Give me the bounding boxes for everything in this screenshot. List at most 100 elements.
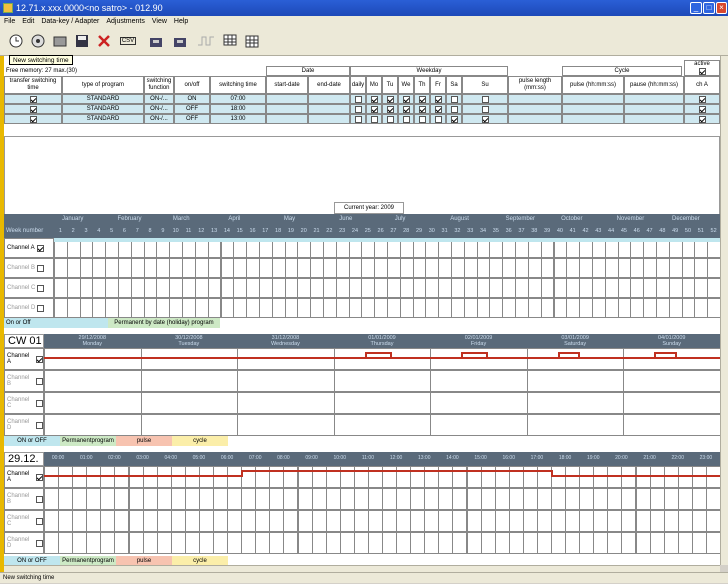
slot-cell[interactable]: [649, 532, 665, 554]
week-cell[interactable]: [182, 278, 196, 298]
week-cell[interactable]: [118, 298, 132, 318]
table-cell[interactable]: [4, 94, 62, 104]
slot-cell[interactable]: [128, 510, 144, 532]
row-checkbox[interactable]: [698, 115, 706, 123]
slot-cell[interactable]: [466, 532, 482, 554]
week-cell[interactable]: [425, 278, 440, 298]
week-cell[interactable]: [476, 258, 491, 278]
week-cell[interactable]: [566, 298, 581, 318]
week-cell[interactable]: [668, 298, 683, 318]
slot-cell[interactable]: [72, 466, 88, 488]
week-cell[interactable]: [655, 278, 670, 298]
table-cell[interactable]: [414, 104, 430, 114]
slot-cell[interactable]: [367, 488, 383, 510]
week-cell[interactable]: [617, 278, 632, 298]
slot-cell[interactable]: [522, 532, 538, 554]
week-cell[interactable]: [322, 258, 337, 278]
week-cell[interactable]: [66, 298, 81, 318]
week-cell[interactable]: [348, 258, 363, 278]
slot-cell[interactable]: [705, 532, 721, 554]
week-cell[interactable]: [284, 298, 299, 318]
week-cell[interactable]: [79, 278, 94, 298]
week-cell[interactable]: [553, 298, 568, 318]
slot-cell[interactable]: [353, 532, 369, 554]
day-cell[interactable]: [140, 370, 239, 392]
week-cell[interactable]: [374, 298, 388, 318]
slot-cell[interactable]: [367, 510, 383, 532]
horizontal-scrollbar[interactable]: [4, 565, 720, 572]
slot-cell[interactable]: [551, 510, 567, 532]
week-cell[interactable]: [643, 278, 657, 298]
slot-cell[interactable]: [86, 532, 102, 554]
day-checkbox[interactable]: [418, 115, 426, 123]
day-checkbox[interactable]: [370, 105, 378, 113]
day-checkbox[interactable]: [418, 95, 426, 103]
slot-cell[interactable]: [466, 510, 482, 532]
day-cell[interactable]: [526, 392, 625, 414]
slot-cell[interactable]: [607, 466, 623, 488]
active-checkbox[interactable]: [698, 67, 706, 75]
holiday-button[interactable]: [28, 31, 48, 51]
channel-checkbox[interactable]: [36, 399, 43, 407]
week-cell[interactable]: [707, 298, 721, 318]
table-cell[interactable]: [446, 114, 462, 124]
week-cell[interactable]: [92, 258, 107, 278]
slot-cell[interactable]: [44, 466, 60, 488]
week-cell[interactable]: [412, 298, 427, 318]
slot-cell[interactable]: [438, 488, 454, 510]
slot-cell[interactable]: [100, 466, 116, 488]
day-cell[interactable]: [44, 370, 142, 392]
slot-cell[interactable]: [269, 532, 285, 554]
row-checkbox[interactable]: [29, 105, 37, 113]
channel-checkbox[interactable]: [37, 304, 45, 312]
week-cell[interactable]: [207, 258, 222, 278]
week-cell[interactable]: [412, 258, 427, 278]
week-cell[interactable]: [655, 298, 670, 318]
week-cell[interactable]: [617, 298, 632, 318]
week-cell[interactable]: [233, 278, 248, 298]
slot-cell[interactable]: [649, 488, 665, 510]
week-cell[interactable]: [92, 278, 107, 298]
week-cell[interactable]: [591, 298, 606, 318]
week-cell[interactable]: [361, 258, 376, 278]
table-cell[interactable]: [398, 114, 414, 124]
channel-checkbox[interactable]: [36, 495, 43, 503]
channel-checkbox[interactable]: [36, 473, 43, 481]
week-cell[interactable]: [591, 278, 606, 298]
slot-cell[interactable]: [480, 532, 496, 554]
week-cell[interactable]: [54, 298, 68, 318]
table-cell[interactable]: [398, 94, 414, 104]
row-checkbox[interactable]: [698, 105, 706, 113]
week-cell[interactable]: [451, 278, 465, 298]
slot-cell[interactable]: [114, 466, 130, 488]
week-cell[interactable]: [118, 258, 132, 278]
week-cell[interactable]: [246, 278, 260, 298]
channel-checkbox[interactable]: [37, 284, 45, 292]
slot-cell[interactable]: [480, 488, 496, 510]
slot-cell[interactable]: [100, 510, 116, 532]
week-cell[interactable]: [387, 278, 401, 298]
week-cell[interactable]: [297, 258, 312, 278]
slot-cell[interactable]: [410, 532, 426, 554]
week-cell[interactable]: [130, 258, 145, 278]
day-cell[interactable]: [44, 414, 142, 436]
slot-cell[interactable]: [480, 510, 496, 532]
week-cell[interactable]: [540, 278, 555, 298]
slot-cell[interactable]: [438, 510, 454, 532]
slot-cell[interactable]: [114, 488, 130, 510]
week-cell[interactable]: [258, 298, 273, 318]
week-cell[interactable]: [310, 258, 324, 278]
slot-cell[interactable]: [621, 488, 637, 510]
slot-cell[interactable]: [677, 488, 693, 510]
week-cell[interactable]: [79, 298, 94, 318]
day-cell[interactable]: [623, 414, 721, 436]
week-cell[interactable]: [451, 258, 465, 278]
week-cell[interactable]: [630, 278, 645, 298]
menu-view[interactable]: View: [152, 18, 167, 25]
week-cell[interactable]: [540, 298, 555, 318]
week-cell[interactable]: [156, 298, 171, 318]
week-cell[interactable]: [438, 298, 453, 318]
week-cell[interactable]: [258, 278, 273, 298]
week-cell[interactable]: [182, 258, 196, 278]
slot-cell[interactable]: [635, 532, 651, 554]
